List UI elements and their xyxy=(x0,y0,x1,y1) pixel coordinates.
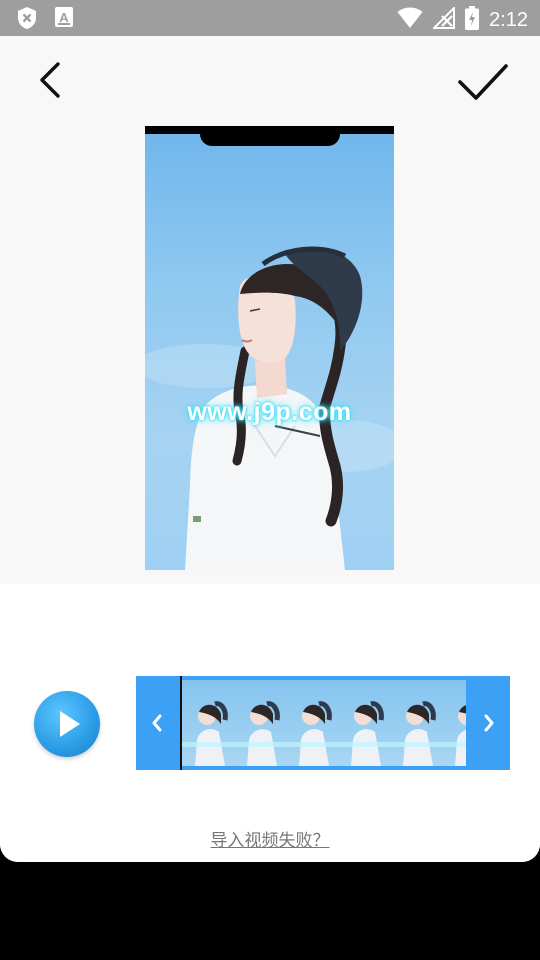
timeline-frame xyxy=(285,680,337,766)
video-timeline[interactable] xyxy=(136,676,510,770)
clock-time: 2:12 xyxy=(489,8,528,31)
timeline-frame xyxy=(441,680,466,766)
video-preview[interactable]: www.j9p.com xyxy=(145,126,394,570)
confirm-button[interactable] xyxy=(454,56,512,106)
timeline-frames xyxy=(181,680,466,766)
timeline-frame xyxy=(337,680,389,766)
timeline-right-handle[interactable] xyxy=(466,676,510,770)
play-icon xyxy=(60,711,80,737)
phone-notch xyxy=(200,126,340,146)
signal-off-icon xyxy=(431,5,456,33)
video-frame-image xyxy=(145,246,394,570)
chevron-right-icon xyxy=(484,714,494,732)
timeline-frame xyxy=(233,680,285,766)
battery-charging-icon xyxy=(465,6,480,34)
play-button[interactable] xyxy=(34,691,100,757)
status-bar: A 2:12 xyxy=(0,0,540,36)
svg-text:A: A xyxy=(59,10,69,25)
timeline-left-handle[interactable] xyxy=(136,676,180,770)
timeline-frame xyxy=(181,680,233,766)
close-badge-icon xyxy=(16,6,38,34)
import-failed-link[interactable]: 导入视频失败？ xyxy=(0,826,540,851)
checkmark-icon xyxy=(458,64,508,100)
wifi-icon xyxy=(397,7,423,33)
watermark-text: www.j9p.com xyxy=(187,398,352,426)
chevron-left-icon xyxy=(40,62,60,98)
chevron-left-icon xyxy=(152,714,162,732)
video-editor-screen: www.j9p.com 导入视频失败？ xyxy=(0,36,540,862)
timeline-playhead[interactable] xyxy=(180,676,182,770)
font-a-icon: A xyxy=(54,6,74,34)
back-button[interactable] xyxy=(28,58,72,102)
timeline-frame xyxy=(389,680,441,766)
